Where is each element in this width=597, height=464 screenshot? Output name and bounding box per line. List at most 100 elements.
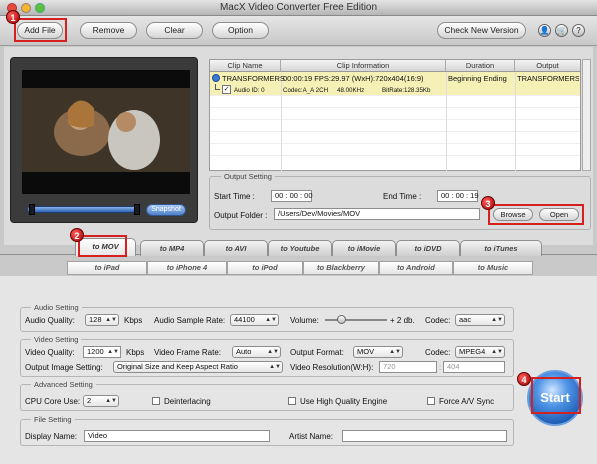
artist-name-label: Artist Name: [289,432,334,441]
cpu-core-label: CPU Core Use: [25,397,81,406]
tab-to-avi[interactable]: to AVI [204,240,268,256]
highlight-start [531,377,581,414]
high-quality-engine-label: Use High Quality Engine [300,397,388,406]
video-quality-value: 1200 [87,347,104,356]
tab-to-android[interactable]: to Android [379,261,453,275]
cpu-core-select[interactable]: 2 ▲▼ [83,395,119,407]
audio-rate-cell: 48.00KHz [337,87,365,94]
step-badge-2: 2 [70,228,84,242]
title-bar: MacX Video Converter Free Edition [0,0,597,16]
clip-name-cell: TRANSFORMERS [222,74,285,83]
highlight-add-file [14,18,67,42]
cpu-core-value: 2 [87,396,92,405]
tab-to-imovie[interactable]: to iMovie [332,240,396,256]
audio-codec-value: aac [459,315,472,324]
resolution-width-input[interactable]: 720 [379,361,437,373]
option-button[interactable]: Option [212,22,269,39]
tab-to-ipod[interactable]: to iPod [227,261,303,275]
select-arrow-icon: ▲▼ [105,398,117,404]
playback-slider[interactable] [27,206,141,213]
tab-to-blackberry[interactable]: to Blackberry [303,261,379,275]
tab-to-music[interactable]: to Music [453,261,533,275]
video-codec-select[interactable]: MPEG4 ▲▼ [455,346,505,358]
table-scrollbar[interactable] [582,59,591,171]
tab-to-ipad[interactable]: to iPad [67,261,147,275]
clip-info-cell: 00:00:19 FPS:29.97 (WxH):720x404(16:9) [283,74,424,83]
display-name-input[interactable]: Video [84,430,270,442]
output-image-setting-value: Original Size and Keep Aspect Ratio [117,362,238,371]
tree-connector [215,84,220,90]
output-cell: TRANSFORMERS2_ [517,74,579,83]
volume-label: Volume: [290,316,319,325]
audio-sample-rate-select[interactable]: 44100 ▲▼ [230,314,279,326]
resolution-height-input[interactable]: 404 [443,361,505,373]
check-new-version-button[interactable]: Check New Version [437,22,526,39]
artist-name-input[interactable] [342,430,507,442]
output-format-value: MOV [357,347,375,356]
deinterlacing-checkbox[interactable] [152,397,160,405]
tab-to-youtube[interactable]: to Youtube [268,240,332,256]
cart-icon[interactable]: 🛒 [555,24,568,37]
advanced-setting-legend: Advanced Setting [31,380,96,389]
display-name-label: Display Name: [25,432,78,441]
tab-to-iphone4[interactable]: to iPhone 4 [147,261,227,275]
force-av-sync-label: Force A/V Sync [439,397,495,406]
tab-to-itunes[interactable]: to iTunes [460,240,542,256]
header-duration: Duration [446,60,515,72]
audio-quality-label: Audio Quality: [25,316,75,325]
slider-handle-start[interactable] [29,204,35,215]
audio-quality-value: 128 [89,315,102,324]
tab-to-idvd[interactable]: to iDVD [396,240,460,256]
volume-value: + 2 db. [390,316,415,325]
snapshot-button[interactable]: Snapshot [146,204,186,216]
start-time-input[interactable]: 00 : 00 : 00 [271,190,313,202]
remove-button[interactable]: Remove [80,22,137,39]
video-frame-rate-label: Video Frame Rate: [154,348,221,357]
resolution-separator: : [439,363,442,372]
tab-to-mp4[interactable]: to MP4 [140,240,204,256]
highlight-browse-open [488,204,584,225]
step-badge-3: 3 [481,196,495,210]
video-setting-legend: Video Setting [31,335,82,344]
audio-quality-select[interactable]: 128 ▲▼ [85,314,119,326]
video-resolution-label: Video Resolution(W:H): [290,363,374,372]
duration-cell: Beginning Ending [448,74,507,83]
stepper-arrow-icon[interactable]: ▲▼ [107,347,119,357]
volume-slider-handle[interactable] [337,315,346,324]
volume-slider[interactable] [325,319,387,321]
audio-kbps-label: Kbps [124,316,143,325]
header-clip-name: Clip Name [210,60,281,72]
select-arrow-icon: ▲▼ [389,349,401,355]
select-arrow-icon: ▲▼ [265,317,277,323]
video-preview [22,70,190,194]
step-badge-4: 4 [517,372,531,386]
output-format-select[interactable]: MOV ▲▼ [353,346,403,358]
clear-button[interactable]: Clear [146,22,203,39]
video-frame-rate-value: Auto [236,347,252,356]
audio-codec-select[interactable]: aac ▲▼ [455,314,505,326]
audio-codec-label: Codec: [425,316,451,325]
audio-sample-rate-value: 44100 [234,315,255,324]
video-quality-stepper[interactable]: 1200 ▲▼ [83,346,121,358]
file-setting-legend: File Setting [31,415,75,424]
slider-handle-end[interactable] [134,204,140,215]
audio-track-checkbox[interactable]: ✓ [222,85,231,94]
audio-bitrate-cell: BitRate:128.35Kb [382,87,431,94]
output-image-setting-select[interactable]: Original Size and Keep Aspect Ratio ▲▼ [113,361,283,373]
select-arrow-icon: ▲▼ [491,317,503,323]
output-folder-input[interactable]: /Users/Dev/Movies/MOV [274,208,480,220]
video-codec-label: Codec: [425,348,451,357]
force-av-sync-checkbox[interactable] [427,397,435,405]
video-frame-rate-select[interactable]: Auto ▲▼ [232,346,281,358]
help-icon[interactable]: ? [572,24,585,37]
video-kbps-label: Kbps [126,348,145,357]
user-icon[interactable]: 👤 [538,24,551,37]
end-time-label: End Time : [383,192,422,201]
toolbar: Add File Remove Clear Option Check New V… [0,16,597,46]
audio-setting-legend: Audio Setting [31,303,82,312]
output-folder-label: Output Folder : [214,211,268,220]
output-image-setting-label: Output Image Setting: [25,363,103,372]
audio-codec-cell: Codec:A_A 2CH [283,87,329,94]
high-quality-engine-checkbox[interactable] [288,397,296,405]
end-time-input[interactable]: 00 : 00 : 19 [437,190,479,202]
